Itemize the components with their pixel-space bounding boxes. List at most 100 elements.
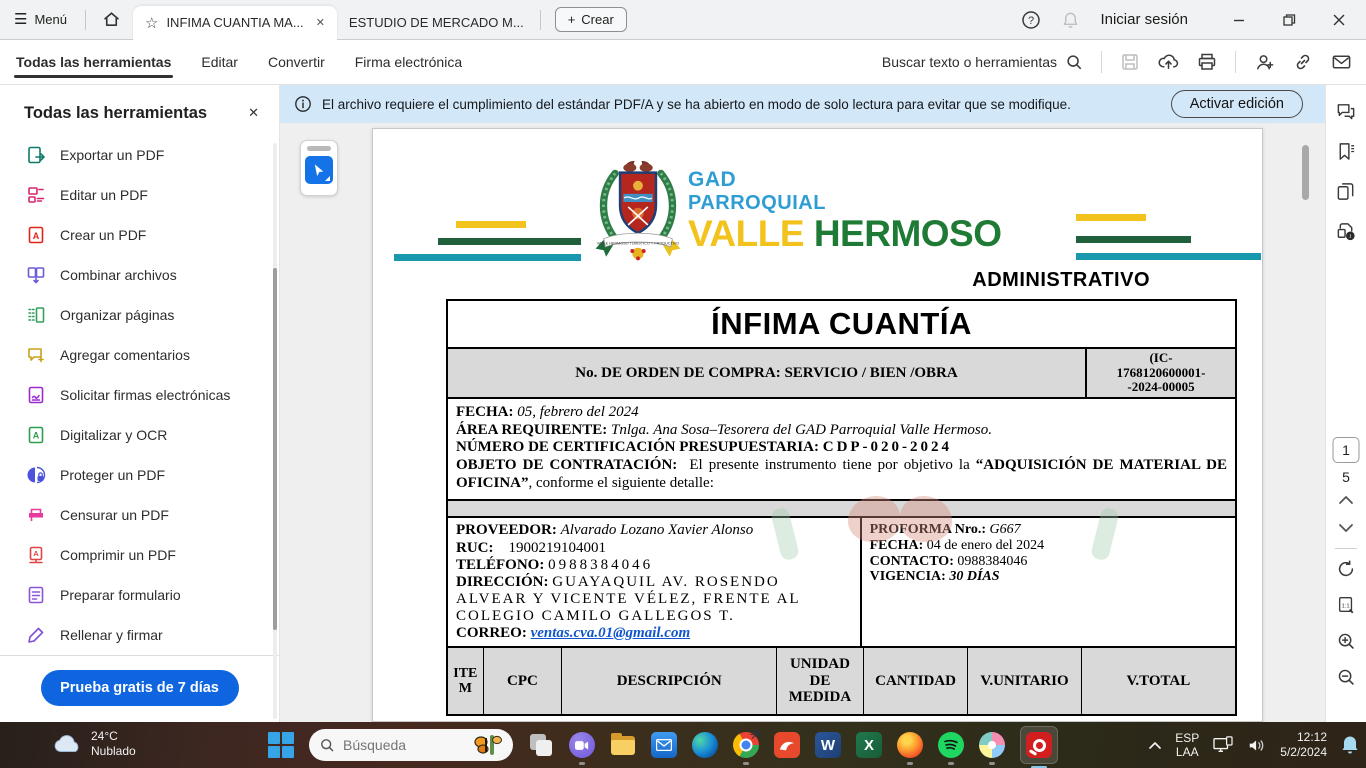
widget-drag-handle[interactable] <box>307 146 331 151</box>
sidebar-item-comprimir-un-pdf[interactable]: AComprimir un PDF <box>0 535 279 575</box>
document-scrollbar-thumb[interactable] <box>1302 145 1309 200</box>
print-icon[interactable] <box>1197 52 1217 72</box>
sidebar-item-rellenar-y-firmar[interactable]: Rellenar y firmar <box>0 615 279 653</box>
toolbar-separator <box>1101 51 1102 73</box>
workspace: Todas las herramientas ✕ Exportar un PDF… <box>0 85 1366 722</box>
restore-button[interactable] <box>1274 13 1304 27</box>
sidebar-item-exportar-un-pdf[interactable]: Exportar un PDF <box>0 135 279 175</box>
sidebar-item-censurar-un-pdf[interactable]: Censurar un PDF <box>0 495 279 535</box>
select-tool-widget[interactable] <box>300 140 338 196</box>
sidebar-item-preparar-formulario[interactable]: Preparar formulario <box>0 575 279 615</box>
sidebar-item-agregar-comentarios[interactable]: Agregar comentarios <box>0 335 279 375</box>
share-upload-icon[interactable] <box>1158 52 1179 72</box>
sidebar-item-label: Rellenar y firmar <box>60 627 163 643</box>
sidebar-item-organizar-paginas[interactable]: Organizar páginas <box>0 295 279 335</box>
link-icon[interactable] <box>1293 52 1313 72</box>
next-page-button[interactable] <box>1338 523 1354 533</box>
taskbar-icon-foxit-pdf[interactable] <box>774 732 800 758</box>
volume-icon[interactable] <box>1247 737 1267 754</box>
notice-message: El archivo requiere el cumplimiento del … <box>322 97 1071 112</box>
menu-button[interactable]: ☰ Menú <box>0 0 81 39</box>
tab-todas-las-herramientas[interactable]: Todas las herramientas <box>14 42 173 82</box>
sidebar-item-label: Agregar comentarios <box>60 347 190 363</box>
app-titlebar: ☰ Menú ☆ INFIMA CUANTIA MA... ✕ ESTUDIO … <box>0 0 1366 40</box>
svg-text:A: A <box>33 549 39 558</box>
current-page-input[interactable]: 1 <box>1333 437 1360 463</box>
add-user-icon[interactable] <box>1254 52 1275 72</box>
taskbar-icon-firefox[interactable] <box>897 732 923 758</box>
brand-valle-hermoso: VALLE HERMOSO <box>688 215 1002 252</box>
tab-firma-electronica[interactable]: Firma electrónica <box>353 42 464 82</box>
save-icon[interactable] <box>1120 52 1140 72</box>
taskbar-icon-excel[interactable]: X <box>856 732 882 758</box>
document-tab-estudio-mercado[interactable]: ESTUDIO DE MERCADO M... <box>337 6 536 40</box>
enable-editing-button[interactable]: Activar edición <box>1171 90 1303 118</box>
export-pdf-icon <box>26 145 46 165</box>
tray-chevron-up-icon[interactable] <box>1148 741 1162 750</box>
header-cpc: CPC <box>483 648 562 714</box>
taskbar-icon-file-explorer[interactable] <box>610 732 636 758</box>
close-button[interactable] <box>1324 13 1354 27</box>
rotate-page-button[interactable] <box>1336 559 1356 579</box>
notifications-bell-icon[interactable] <box>1061 10 1080 30</box>
zoom-in-button[interactable] <box>1336 631 1356 651</box>
taskbar-icon-word[interactable]: W <box>815 732 841 758</box>
zoom-out-button[interactable] <box>1336 667 1356 687</box>
comments-panel-button[interactable] <box>1336 101 1357 122</box>
tab-convertir[interactable]: Convertir <box>266 42 327 82</box>
tab-close-icon[interactable]: ✕ <box>316 16 325 29</box>
edit-pdf-icon <box>26 185 46 205</box>
sidebar-item-solicitar-firmas-electronicas[interactable]: Solicitar firmas electrónicas <box>0 375 279 415</box>
minimize-button[interactable] <box>1224 13 1254 27</box>
proforma-contacto: CONTACTO: 0988384046 <box>870 554 1227 570</box>
organize-pages-icon <box>26 305 46 325</box>
taskbar-icon-task-view[interactable] <box>528 732 554 758</box>
taskbar-icon-chrome[interactable] <box>733 732 759 758</box>
notification-bell-icon[interactable] <box>1340 734 1360 756</box>
previous-page-button[interactable] <box>1338 495 1354 505</box>
sidebar-item-proteger-un-pdf[interactable]: Proteger un PDF <box>0 455 279 495</box>
free-trial-button[interactable]: Prueba gratis de 7 días <box>41 670 239 706</box>
taskbar-search-box[interactable] <box>309 729 513 761</box>
sidebar-item-editar-un-pdf[interactable]: Editar un PDF <box>0 175 279 215</box>
add-comments-icon <box>26 345 46 365</box>
network-icon[interactable] <box>1212 736 1234 754</box>
sidebar-item-digitalizar-y-ocr[interactable]: ADigitalizar y OCR <box>0 415 279 455</box>
actual-size-button[interactable]: 1:1 <box>1336 595 1356 615</box>
taskbar-icon-acrobat-active[interactable] <box>1020 726 1058 764</box>
start-button[interactable] <box>268 732 294 758</box>
email-icon[interactable] <box>1331 52 1352 72</box>
sidebar-item-combinar-archivos[interactable]: Combinar archivos <box>0 255 279 295</box>
language-indicator[interactable]: ESP LAA <box>1175 731 1199 760</box>
taskbar-icon-mail[interactable] <box>651 732 677 758</box>
attachments-info-button[interactable]: i <box>1336 221 1357 242</box>
sidebar-item-crear-un-pdf[interactable]: ACrear un PDF <box>0 215 279 255</box>
taskbar-icon-edge[interactable] <box>692 732 718 758</box>
sidebar-scrollbar-thumb[interactable] <box>273 268 277 630</box>
help-icon[interactable]: ? <box>1021 10 1041 30</box>
taskbar-weather-widget[interactable]: 24°C Nublado <box>52 729 136 759</box>
page-thumbnails-button[interactable] <box>1336 181 1357 202</box>
taskbar-icon-paint[interactable] <box>979 732 1005 758</box>
tab-title: ESTUDIO DE MERCADO M... <box>349 15 524 30</box>
taskbar-icon-chat[interactable] <box>569 732 595 758</box>
sidebar-close-icon[interactable]: ✕ <box>242 103 265 123</box>
taskbar-icon-spotify[interactable] <box>938 732 964 758</box>
create-button[interactable]: + Crear <box>555 7 627 32</box>
home-button[interactable] <box>90 0 133 39</box>
search-tools-button[interactable]: Buscar texto o herramientas <box>882 53 1083 71</box>
field-fecha: FECHA: 05, febrero del 2024 <box>456 404 1227 422</box>
select-cursor-tool[interactable] <box>305 156 333 184</box>
titlebar-right: ? Iniciar sesión <box>1021 0 1366 39</box>
document-tab-infima-cuantia[interactable]: ☆ INFIMA CUANTIA MA... ✕ <box>133 6 337 40</box>
sign-in-button[interactable]: Iniciar sesión <box>1100 11 1188 28</box>
email-link[interactable]: ventas.cva.01@gmail.com <box>531 625 691 641</box>
field-certificacion: NÚMERO DE CERTIFICACIÓN PRESUPUESTARIA: … <box>456 439 1227 457</box>
bookmarks-panel-button[interactable] <box>1336 141 1357 162</box>
scan-ocr-icon: A <box>26 425 46 445</box>
search-input[interactable] <box>343 737 463 753</box>
star-icon[interactable]: ☆ <box>145 14 158 32</box>
sidebar-item-label: Crear un PDF <box>60 227 146 243</box>
tab-editar[interactable]: Editar <box>199 42 240 82</box>
clock-widget[interactable]: 12:12 5/2/2024 <box>1280 730 1327 760</box>
